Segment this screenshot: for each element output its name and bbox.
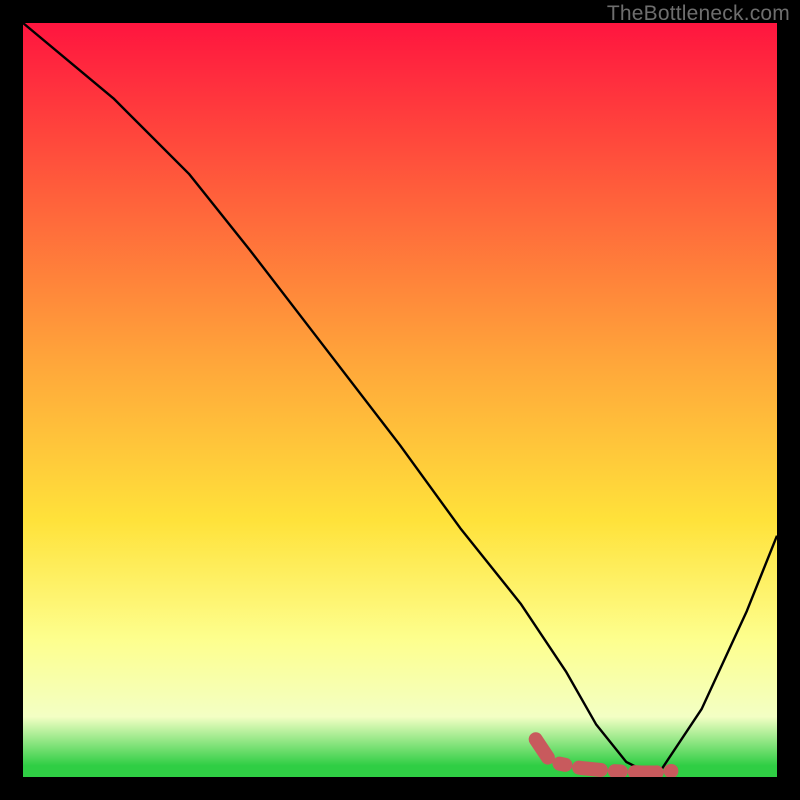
chart-plot-area [23, 23, 777, 777]
chart-svg [23, 23, 777, 777]
chart-background [23, 23, 777, 777]
watermark-text: TheBottleneck.com [607, 2, 790, 26]
